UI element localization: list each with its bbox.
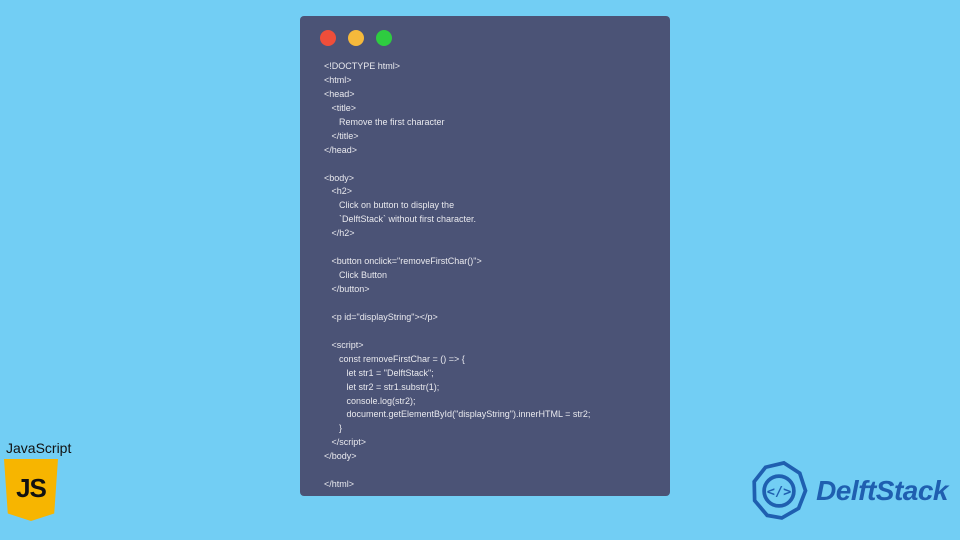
brand: </> DelftStack [748,460,948,522]
javascript-logo-text: JS [16,473,46,504]
svg-text:</>: </> [767,484,792,500]
maximize-icon [376,30,392,46]
brand-logo-icon: </> [748,460,810,522]
close-icon [320,30,336,46]
window-controls [320,30,654,46]
javascript-logo-icon: JS [4,459,58,521]
code-block: <!DOCTYPE html> <html> <head> <title> Re… [316,60,654,492]
language-label: JavaScript [6,440,71,456]
language-badge: JavaScript JS [4,440,71,521]
minimize-icon [348,30,364,46]
code-window: <!DOCTYPE html> <html> <head> <title> Re… [300,16,670,496]
brand-name: DelftStack [816,475,948,507]
